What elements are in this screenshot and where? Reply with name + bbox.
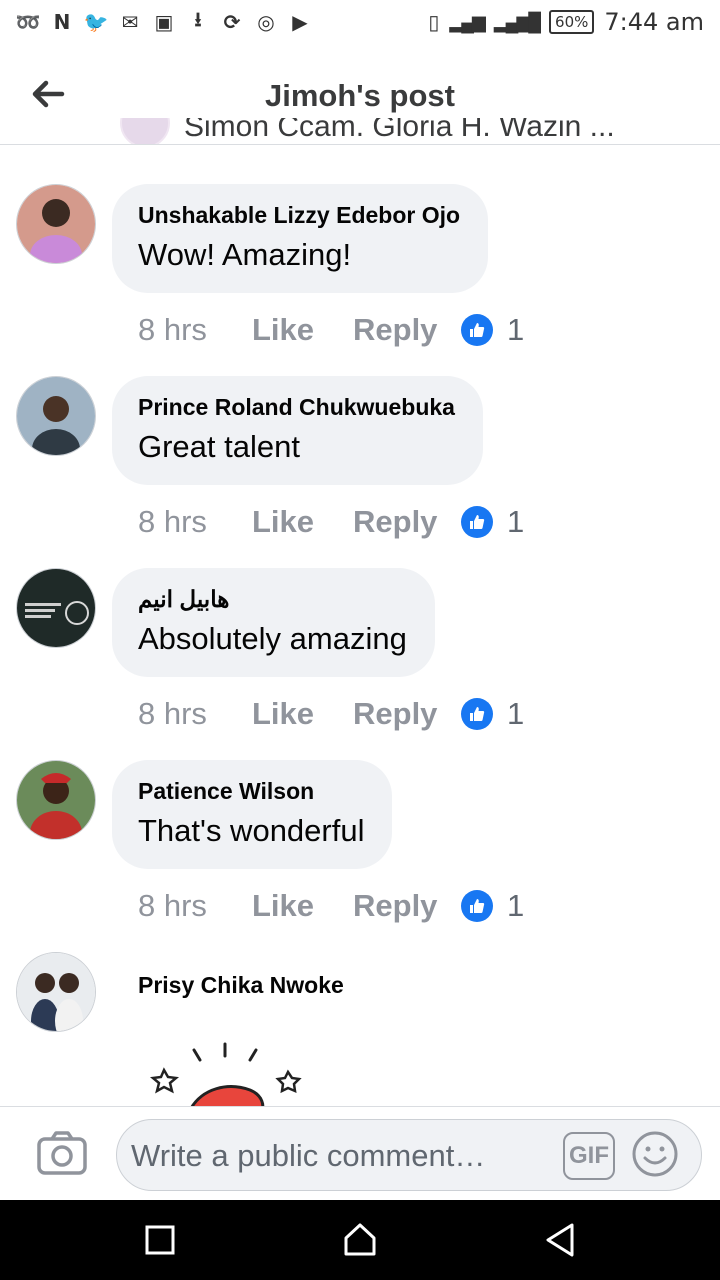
avatar — [120, 118, 170, 144]
comment-time: 8 hrs — [138, 696, 207, 731]
comment-actions: 8 hrs Like Reply 1 — [138, 504, 524, 540]
recent-apps-icon[interactable] — [140, 1220, 180, 1260]
app-icon: ➿ — [15, 10, 41, 34]
comment-composer: Write a public comment… GIF — [0, 1106, 720, 1201]
reaction-count: 1 — [507, 504, 525, 539]
avatar[interactable] — [16, 760, 96, 840]
battery-indicator: 60% — [549, 10, 595, 34]
sync-icon: ⟳ — [223, 10, 241, 34]
comment-time: 8 hrs — [138, 888, 207, 923]
like-reaction-icon — [461, 314, 493, 346]
like-reaction-icon — [461, 506, 493, 538]
reply-button[interactable]: Reply — [353, 504, 461, 540]
vibrate-icon: ▯ — [428, 11, 440, 34]
commenter-name[interactable]: Prisy Chika Nwoke — [138, 972, 344, 999]
reaction-summary[interactable]: 1 — [461, 888, 524, 924]
comment-text: That's wonderful — [138, 813, 365, 848]
emoji-icon[interactable] — [631, 1130, 679, 1178]
comment-time: 8 hrs — [138, 312, 207, 347]
signal-3g-icon: ▂▄▆█ — [493, 11, 541, 32]
like-button[interactable]: Like — [252, 312, 353, 348]
comment-actions: 8 hrs Like Reply 1 — [138, 888, 524, 924]
system-navigation-bar — [0, 1200, 720, 1280]
avatar[interactable] — [16, 376, 96, 456]
comment-text: Absolutely amazing — [138, 621, 407, 656]
comment-input[interactable]: Write a public comment… GIF — [116, 1119, 702, 1191]
comment-text: Wow! Amazing! — [138, 237, 352, 272]
reaction-summary[interactable]: 1 — [461, 312, 524, 348]
avatar[interactable] — [16, 184, 96, 264]
reply-button[interactable]: Reply — [353, 696, 461, 732]
page-title: Jimoh's post — [265, 78, 455, 113]
like-reaction-icon — [461, 890, 493, 922]
avatar[interactable] — [16, 952, 96, 1032]
comment-actions: 8 hrs Like Reply 1 — [138, 312, 524, 348]
mail-icon: ✉ — [121, 10, 139, 34]
reply-button[interactable]: Reply — [353, 312, 461, 348]
back-icon[interactable] — [540, 1220, 580, 1260]
twitter-icon: 🐦 — [83, 10, 109, 34]
comment-bubble[interactable]: Prince Roland Chukwuebuka Great talent — [112, 376, 483, 485]
n-icon: N — [53, 10, 71, 34]
commenter-name[interactable]: Patience Wilson — [138, 778, 364, 805]
reaction-summary[interactable]: 1 — [461, 696, 524, 732]
status-time: 7:44 am — [604, 8, 704, 36]
comment-bubble[interactable]: Patience Wilson That's wonderful — [112, 760, 393, 869]
instagram-icon: ◎ — [257, 10, 275, 34]
partial-comment: Simon Ccam. Gloria H. Wazin ... — [120, 118, 680, 144]
like-reaction-icon — [461, 698, 493, 730]
system-icons: ▯ ▂▄▆ ▂▄▆█ 60% 7:44 am — [428, 8, 704, 36]
camera-icon[interactable] — [36, 1129, 88, 1177]
comment-bubble[interactable]: هابيل انيم Absolutely amazing — [112, 568, 435, 677]
status-bar: ➿ N 🐦 ✉ ▣ ⭳ ⟳ ◎ ▶ ▯ ▂▄▆ ▂▄▆█ 60% 7:44 am — [0, 0, 720, 50]
notification-icons: ➿ N 🐦 ✉ ▣ ⭳ ⟳ ◎ ▶ — [15, 7, 312, 34]
signal-icon: ▂▄▆ — [449, 11, 485, 32]
comment-time: 8 hrs — [138, 504, 207, 539]
commenter-name[interactable]: هابيل انيم — [138, 586, 407, 613]
commenter-name[interactable]: Unshakable Lizzy Edebor Ojo — [138, 202, 460, 229]
like-button[interactable]: Like — [252, 696, 353, 732]
partial-comment-text: Simon Ccam. Gloria H. Wazin ... — [184, 118, 615, 143]
reaction-count: 1 — [507, 312, 525, 347]
comment-bubble[interactable]: Unshakable Lizzy Edebor Ojo Wow! Amazing… — [112, 184, 489, 293]
comment-text: Great talent — [138, 429, 300, 464]
youtube-icon: ▶ — [292, 10, 308, 34]
reaction-count: 1 — [507, 888, 525, 923]
reply-button[interactable]: Reply — [353, 888, 461, 924]
download-icon: ⭳ — [194, 7, 202, 31]
reaction-summary[interactable]: 1 — [461, 504, 524, 540]
clapping-hands-sticker[interactable] — [150, 1040, 320, 1108]
gif-button[interactable]: GIF — [563, 1132, 615, 1180]
like-button[interactable]: Like — [252, 504, 353, 540]
reaction-count: 1 — [507, 696, 525, 731]
image-icon: ▣ — [154, 10, 174, 34]
avatar[interactable] — [16, 568, 96, 648]
commenter-name[interactable]: Prince Roland Chukwuebuka — [138, 394, 455, 421]
comment-input-placeholder: Write a public comment… — [131, 1138, 486, 1173]
like-button[interactable]: Like — [252, 888, 353, 924]
home-icon[interactable] — [340, 1220, 380, 1260]
comment-actions: 8 hrs Like Reply 1 — [138, 696, 524, 732]
